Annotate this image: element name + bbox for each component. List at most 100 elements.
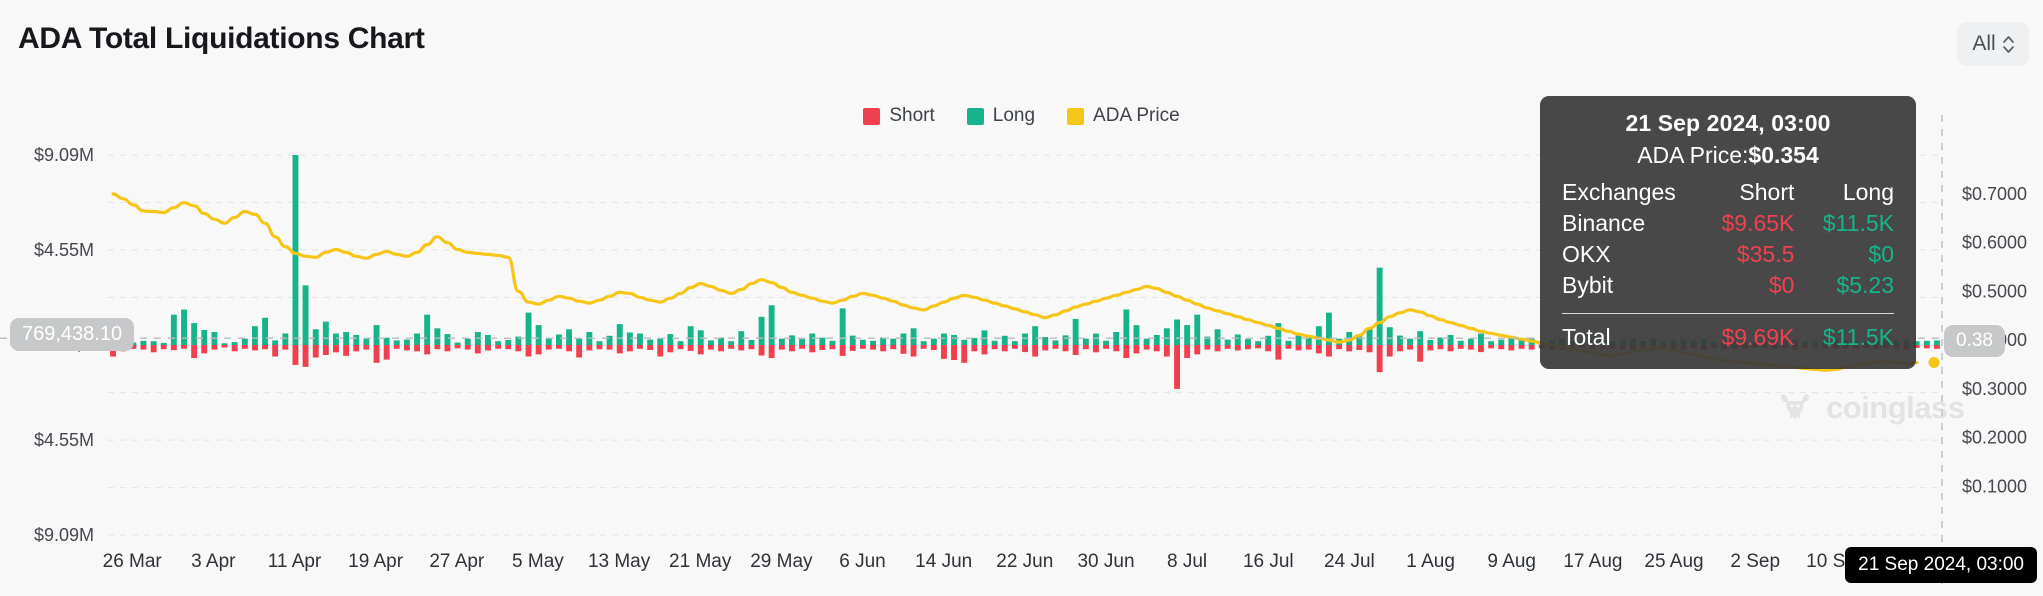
- crosshair-right-value-pill: 0.38: [1944, 325, 2005, 357]
- bar-short: [1123, 345, 1129, 358]
- bar-short: [789, 345, 795, 351]
- bar-long: [363, 339, 369, 345]
- y2-axis-tick-label: $0.1000: [1962, 476, 2027, 496]
- bar-long: [1174, 320, 1180, 346]
- tooltip-exchange-long: $0: [1794, 239, 1894, 270]
- bar-short: [1073, 345, 1079, 355]
- tooltip-exchange-table: Exchanges Short Long Binance $9.65K $11.…: [1562, 177, 1894, 301]
- bar-short: [546, 345, 552, 350]
- bar-short: [982, 345, 988, 354]
- bar-short: [576, 345, 582, 358]
- x-axis-tick-label: 29 May: [750, 551, 813, 572]
- bar-long: [1245, 339, 1251, 345]
- bar-short: [698, 345, 704, 354]
- bar-short: [1154, 345, 1160, 351]
- bar-short: [1387, 345, 1393, 357]
- bar-long: [343, 332, 349, 345]
- bar-long: [151, 341, 157, 345]
- bar-short: [1032, 345, 1038, 357]
- bar-short: [475, 345, 481, 353]
- bar-long: [1387, 327, 1393, 345]
- bar-short: [718, 345, 724, 351]
- bar-short: [657, 345, 663, 357]
- bar-short: [1508, 345, 1514, 350]
- bar-short: [1438, 345, 1444, 349]
- bar-long: [667, 334, 673, 345]
- bar-short: [1225, 345, 1231, 349]
- bar-long: [1286, 341, 1292, 345]
- bar-short: [678, 345, 684, 349]
- bar-long: [1934, 340, 1940, 345]
- bar-long: [1012, 341, 1018, 345]
- tooltip-col-exchanges: Exchanges: [1562, 177, 1685, 208]
- bar-short: [607, 345, 613, 350]
- bar-short: [860, 345, 866, 349]
- bar-long: [688, 326, 694, 345]
- bar-long: [434, 328, 440, 345]
- tooltip-col-short: Short: [1685, 177, 1795, 208]
- bar-long: [809, 334, 815, 346]
- x-axis-tick-label: 26 Mar: [103, 551, 163, 572]
- bar-short: [1144, 345, 1150, 350]
- bar-short: [1255, 345, 1261, 348]
- bar-short: [1204, 345, 1210, 350]
- bar-long: [455, 343, 461, 346]
- bar-long: [951, 335, 957, 345]
- bar-short: [971, 345, 977, 351]
- bar-short: [455, 345, 461, 348]
- bar-short: [293, 345, 299, 365]
- y-axis-tick-label: $4.55M: [34, 430, 94, 450]
- bar-long: [1093, 334, 1099, 346]
- bar-short: [323, 345, 329, 355]
- bar-long: [1032, 326, 1038, 345]
- tooltip-total-row: Total $9.69K $11.5K: [1562, 322, 1894, 353]
- bar-long: [1154, 335, 1160, 345]
- bar-short: [434, 345, 440, 349]
- bar-long: [931, 339, 937, 345]
- bar-short: [404, 345, 410, 350]
- tooltip-exchange-name: Bybit: [1562, 270, 1685, 301]
- bar-long: [769, 305, 775, 345]
- bar-short: [637, 345, 643, 349]
- bar-short: [1356, 345, 1362, 350]
- tooltip-date: 21 Sep 2024, 03:00: [1562, 110, 1894, 137]
- y2-axis-tick-label: $0.7000: [1962, 184, 2027, 204]
- bar-long: [1498, 340, 1504, 345]
- bar-long: [1103, 341, 1109, 345]
- bar-short: [1053, 345, 1059, 349]
- x-axis-tick-label: 13 May: [588, 551, 651, 572]
- bar-short: [1377, 345, 1383, 372]
- y-axis-tick-label: $9.09M: [34, 525, 94, 545]
- bar-long: [1164, 328, 1170, 345]
- bar-short: [1448, 345, 1454, 351]
- bar-short: [1296, 345, 1302, 350]
- bar-short: [495, 345, 501, 349]
- bar-long: [819, 338, 825, 345]
- bar-long: [789, 335, 795, 345]
- bar-short: [840, 345, 846, 356]
- bar-short: [1326, 345, 1332, 357]
- bar-long: [424, 315, 430, 345]
- bar-short: [586, 345, 592, 350]
- bar-short: [1275, 345, 1281, 360]
- bar-long: [181, 310, 187, 346]
- bar-short: [1265, 345, 1271, 351]
- bar-long: [445, 334, 451, 345]
- bar-short: [566, 345, 572, 351]
- bar-short: [809, 345, 815, 352]
- bar-long: [1478, 334, 1484, 346]
- bar-short: [141, 345, 147, 350]
- bar-short: [161, 345, 167, 349]
- bar-long: [272, 340, 278, 345]
- bar-short: [617, 345, 623, 353]
- bar-long: [1194, 315, 1200, 345]
- bar-short: [1407, 345, 1413, 350]
- price-point-marker: [1929, 357, 1940, 368]
- bar-long: [1407, 339, 1413, 345]
- bar-short: [961, 345, 967, 363]
- bar-short: [1245, 345, 1251, 349]
- bar-short: [1103, 345, 1109, 349]
- bar-long: [1235, 335, 1241, 346]
- bar-long: [779, 339, 785, 345]
- bar-long: [222, 343, 228, 345]
